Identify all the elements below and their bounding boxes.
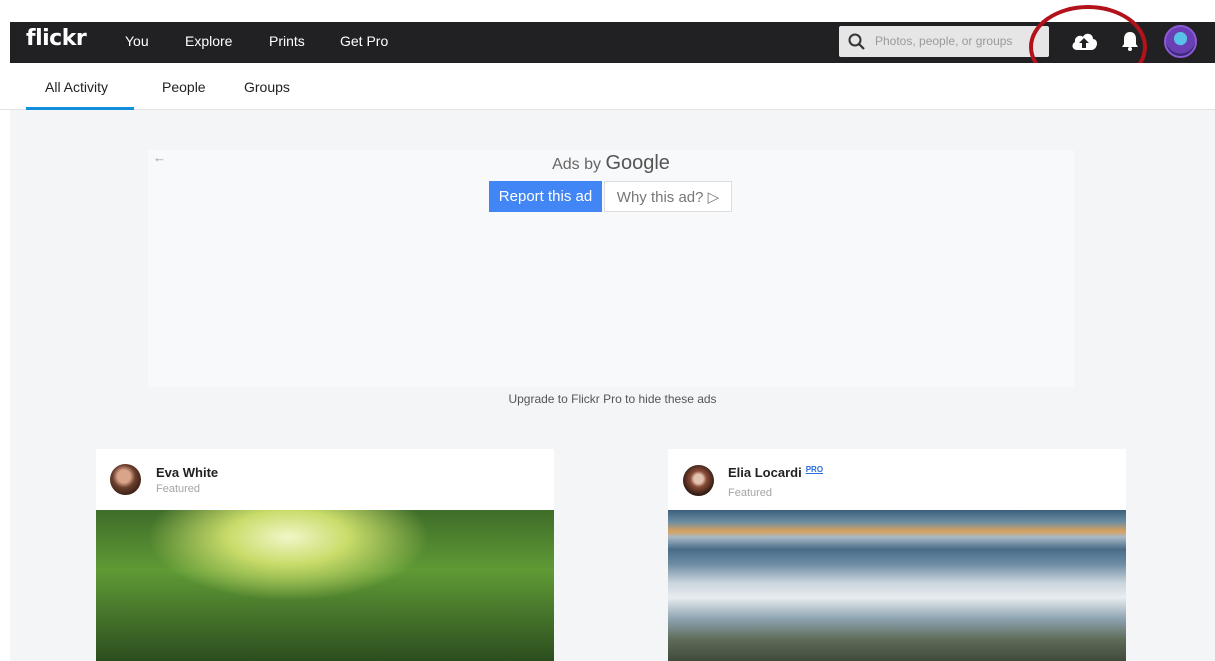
search-box[interactable]: [839, 26, 1049, 57]
tab-all-activity[interactable]: All Activity: [45, 79, 108, 95]
avatar[interactable]: [110, 464, 141, 495]
card-header: Eva White Featured: [96, 449, 554, 510]
tab-people[interactable]: People: [162, 79, 206, 95]
ad-container: ← Ads by Google Report this ad Why this …: [148, 150, 1074, 387]
feed-card: Eva White Featured: [96, 449, 554, 661]
flickr-logo[interactable]: flickr: [26, 26, 87, 51]
feed-card: Elia Locardi PRO Featured: [668, 449, 1126, 661]
feed-photo[interactable]: [96, 510, 554, 661]
author-name[interactable]: Eva White: [156, 465, 218, 480]
tab-groups[interactable]: Groups: [244, 79, 290, 95]
report-ad-button[interactable]: Report this ad: [489, 181, 602, 212]
card-header: Elia Locardi PRO Featured: [668, 449, 1126, 510]
author-name[interactable]: Elia Locardi PRO: [728, 465, 823, 480]
main-content: ← Ads by Google Report this ad Why this …: [10, 110, 1215, 661]
nav-explore[interactable]: Explore: [185, 33, 232, 49]
feed-photo[interactable]: [668, 510, 1126, 661]
pro-badge: PRO: [805, 465, 824, 474]
google-wordmark: Google: [605, 152, 670, 174]
search-input[interactable]: [875, 31, 1043, 51]
featured-label: Featured: [156, 483, 201, 495]
upgrade-pro-text[interactable]: Upgrade to Flickr Pro to hide these ads: [10, 392, 1215, 406]
ads-by-google: Ads by Google: [148, 152, 1074, 175]
author-name-text[interactable]: Elia Locardi: [728, 465, 802, 480]
nav-get-pro[interactable]: Get Pro: [340, 33, 388, 49]
featured-label: Featured: [728, 487, 773, 499]
nav-prints[interactable]: Prints: [269, 33, 305, 49]
why-this-ad-button[interactable]: Why this ad? ▷: [604, 181, 732, 212]
ads-by-label: Ads by: [552, 156, 601, 173]
nav-you[interactable]: You: [125, 33, 149, 49]
activity-tabs: All Activity People Groups: [0, 63, 1215, 110]
user-avatar[interactable]: [1164, 25, 1197, 58]
search-icon[interactable]: [848, 33, 865, 55]
avatar[interactable]: [683, 465, 714, 496]
